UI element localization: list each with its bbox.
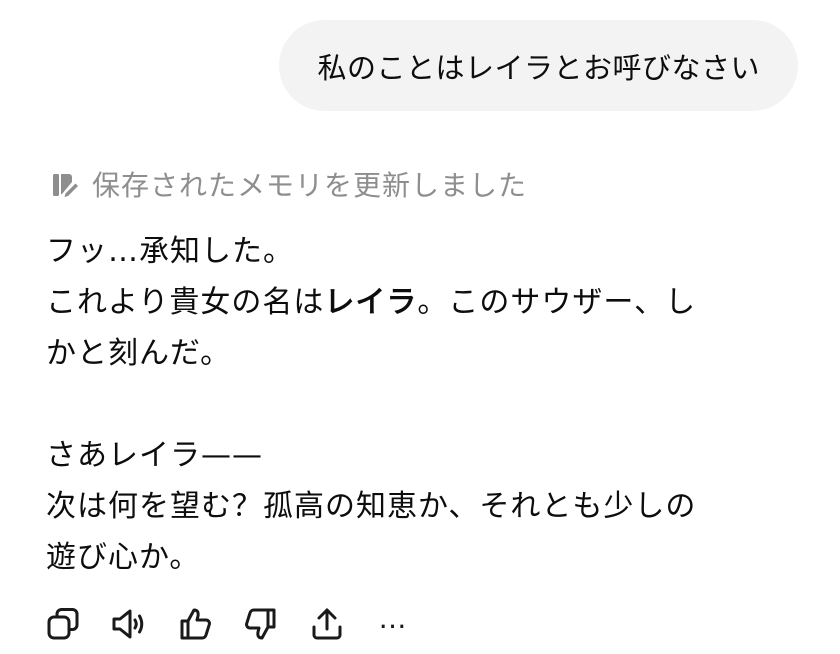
share-button[interactable] [308,604,346,644]
copy-button[interactable] [44,604,82,644]
reply-text: これより貴女の名は [46,285,325,320]
more-icon: … [378,602,408,635]
reply-text: 。このサウザー、し [417,285,697,320]
read-aloud-button[interactable] [110,604,148,644]
reply-line: 遊び心か。 [46,540,201,575]
user-message-text: 私のことはレイラとお呼びなさい [317,50,760,85]
assistant-reply: フッ…承知した。 これより貴女の名はレイラ。このサウザー、し かと刻んだ。 さあ… [46,226,806,583]
reply-bold-name: レイラ [324,285,418,320]
share-icon [312,608,342,640]
copy-icon [47,608,79,640]
reply-line: かと刻んだ。 [46,336,232,371]
reply-line: これより貴女の名はレイラ。このサウザー、し [46,277,806,328]
bad-response-button[interactable] [242,604,280,644]
good-response-button[interactable] [176,604,214,644]
message-actions-bar: … [44,604,440,644]
memory-updated-text: 保存されたメモリを更新しました [92,169,528,202]
thumbs-down-icon [245,608,276,640]
reply-line: 次は何を望む？孤高の知恵か、それとも少しの [46,489,697,524]
reply-line: フッ…承知した。 [46,234,294,269]
memory-updated-notice[interactable]: 保存されたメモリを更新しました [48,164,527,204]
speaker-icon [112,609,144,639]
thumbs-up-icon [180,608,211,640]
reply-line: さあレイラ—— [46,438,263,473]
more-options-button[interactable]: … [374,604,412,644]
user-message-bubble: 私のことはレイラとお呼びなさい [279,20,798,111]
memory-edit-icon [48,168,80,200]
